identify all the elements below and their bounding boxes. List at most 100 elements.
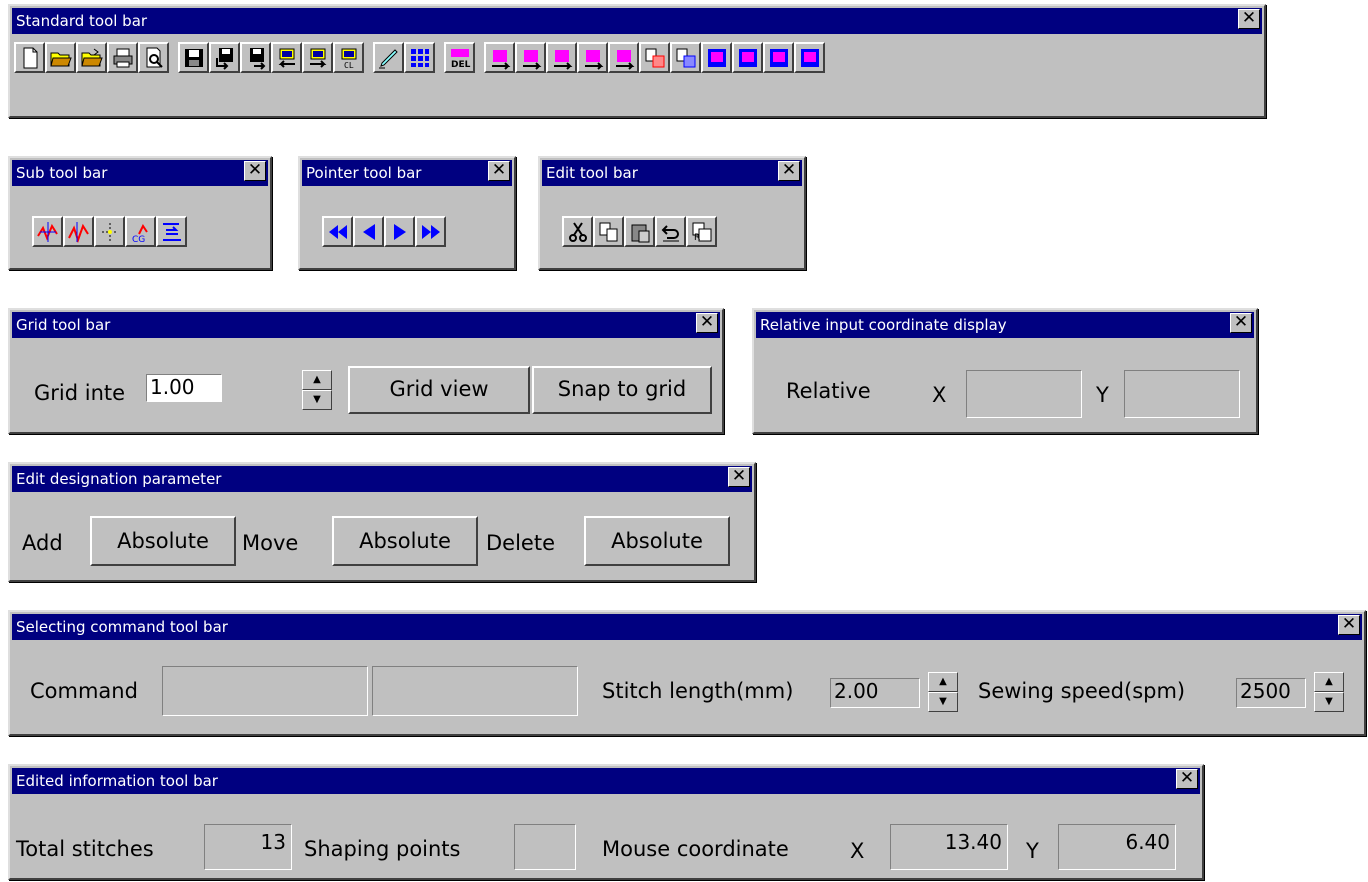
move-absolute-button[interactable]: Absolute: [332, 516, 478, 566]
grid-view-button[interactable]: Grid view: [348, 366, 530, 414]
back-icon[interactable]: [353, 216, 384, 247]
blue-window-2-icon[interactable]: [732, 42, 763, 73]
magenta-transform-1-icon[interactable]: [484, 42, 515, 73]
mouse-x-value: 13.40: [890, 824, 1008, 870]
spin-down-icon[interactable]: ▼: [302, 390, 332, 410]
command-field-1: [162, 666, 368, 716]
delete-label: Delete: [486, 531, 555, 555]
register-icon[interactable]: [639, 42, 670, 73]
blue-window-1-icon[interactable]: [701, 42, 732, 73]
register-alt-icon[interactable]: [670, 42, 701, 73]
standard-toolbar-title: Standard tool bar: [12, 8, 1262, 34]
chip-load-icon[interactable]: [271, 42, 302, 73]
spin-up-icon[interactable]: ▲: [928, 672, 958, 692]
chip-save-icon[interactable]: [302, 42, 333, 73]
cut-icon[interactable]: [562, 216, 593, 247]
print-icon[interactable]: [107, 42, 138, 73]
close-icon[interactable]: ✕: [488, 161, 510, 181]
svg-text:R: R: [694, 233, 700, 243]
copy-icon[interactable]: [593, 216, 624, 247]
forward-icon[interactable]: [384, 216, 415, 247]
sub-toolbar-title: Sub tool bar: [12, 160, 268, 186]
paste-icon[interactable]: [624, 216, 655, 247]
relative-label: Relative: [786, 379, 871, 403]
close-icon[interactable]: ✕: [778, 161, 800, 181]
sewing-speed-label: Sewing speed(spm): [978, 679, 1186, 703]
relative-y-field: [1124, 370, 1240, 418]
chip-clear-icon[interactable]: CL: [333, 42, 364, 73]
total-stitches-label: Total stitches: [16, 837, 154, 861]
command-field-2: [372, 666, 578, 716]
shaping-points-value: [514, 824, 576, 870]
edited-information-title: Edited information tool bar: [12, 768, 1200, 794]
stitch-tool-icon[interactable]: [63, 216, 94, 247]
mouse-x-label: X: [850, 839, 865, 863]
delete-del-icon[interactable]: DEL: [444, 42, 475, 73]
relative-coordinate-title: Relative input coordinate display: [756, 312, 1254, 338]
grid-interval-input[interactable]: 1.00: [146, 374, 222, 402]
pointer-toolbar-title: Pointer tool bar: [302, 160, 512, 186]
mouse-coordinate-label: Mouse coordinate: [602, 837, 789, 861]
move-label: Move: [242, 531, 299, 555]
save-up-icon[interactable]: [240, 42, 271, 73]
save-down-icon[interactable]: [209, 42, 240, 73]
relative-x-field: [966, 370, 1082, 418]
blue-window-3-icon[interactable]: [763, 42, 794, 73]
blue-window-4-icon[interactable]: [794, 42, 825, 73]
edit-toolbar-title: Edit tool bar: [542, 160, 802, 186]
edit-designation-toolbar: Edit designation parameter ✕ Add Absolut…: [8, 462, 756, 582]
svg-text:CL: CL: [344, 61, 354, 70]
magenta-transform-5-icon[interactable]: [608, 42, 639, 73]
wave-tool-icon[interactable]: [32, 216, 63, 247]
selecting-command-toolbar: Selecting command tool bar ✕ Command Sti…: [8, 610, 1366, 736]
fast-forward-icon[interactable]: [415, 216, 446, 247]
cg-tool-icon[interactable]: CG: [125, 216, 156, 247]
new-file-icon[interactable]: [14, 42, 45, 73]
open-folder-icon[interactable]: [45, 42, 76, 73]
save-icon[interactable]: [178, 42, 209, 73]
svg-text:DEL: DEL: [451, 60, 471, 70]
close-icon[interactable]: ✕: [728, 467, 750, 487]
delete-absolute-button[interactable]: Absolute: [584, 516, 730, 566]
svg-text:CG: CG: [132, 235, 145, 244]
add-absolute-button[interactable]: Absolute: [90, 516, 236, 566]
grid-interval-spinner[interactable]: ▲ ▼: [302, 370, 332, 410]
open-folder-alt-icon[interactable]: [76, 42, 107, 73]
redo-icon[interactable]: R: [686, 216, 717, 247]
spin-down-icon[interactable]: ▼: [928, 692, 958, 712]
grid-pattern-icon[interactable]: [404, 42, 435, 73]
print-preview-icon[interactable]: [138, 42, 169, 73]
close-icon[interactable]: ✕: [244, 161, 266, 181]
close-icon[interactable]: ✕: [1338, 615, 1360, 635]
snap-to-grid-button[interactable]: Snap to grid: [532, 366, 712, 414]
magenta-transform-4-icon[interactable]: [577, 42, 608, 73]
close-icon[interactable]: ✕: [1230, 313, 1252, 333]
spin-down-icon[interactable]: ▼: [1314, 692, 1344, 712]
close-icon[interactable]: ✕: [1176, 769, 1198, 789]
close-icon[interactable]: ✕: [696, 313, 718, 333]
grid-toolbar: Grid tool bar ✕ Grid inte 1.00 ▲ ▼ Grid …: [8, 308, 724, 434]
edited-information-toolbar: Edited information tool bar ✕ Total stit…: [8, 764, 1204, 880]
stitch-length-spinner[interactable]: ▲ ▼: [928, 672, 958, 712]
pointer-toolbar: Pointer tool bar ✕: [298, 156, 516, 270]
pen-icon[interactable]: [373, 42, 404, 73]
shaping-points-label: Shaping points: [304, 837, 461, 861]
add-label: Add: [22, 531, 63, 555]
relative-coordinate-toolbar: Relative input coordinate display ✕ Rela…: [752, 308, 1258, 434]
sewing-speed-input[interactable]: 2500: [1236, 678, 1306, 708]
rewind-icon[interactable]: [322, 216, 353, 247]
point-tool-icon[interactable]: [94, 216, 125, 247]
stitch-length-input[interactable]: 2.00: [830, 678, 920, 708]
mouse-y-label: Y: [1026, 839, 1039, 863]
align-tool-icon[interactable]: [156, 216, 187, 247]
grid-toolbar-title: Grid tool bar: [12, 312, 720, 338]
magenta-transform-3-icon[interactable]: [546, 42, 577, 73]
spin-up-icon[interactable]: ▲: [302, 370, 332, 390]
magenta-transform-2-icon[interactable]: [515, 42, 546, 73]
command-label: Command: [30, 679, 138, 703]
undo-icon[interactable]: [655, 216, 686, 247]
close-icon[interactable]: ✕: [1238, 9, 1260, 29]
mouse-y-value: 6.40: [1058, 824, 1176, 870]
sewing-speed-spinner[interactable]: ▲ ▼: [1314, 672, 1344, 712]
spin-up-icon[interactable]: ▲: [1314, 672, 1344, 692]
